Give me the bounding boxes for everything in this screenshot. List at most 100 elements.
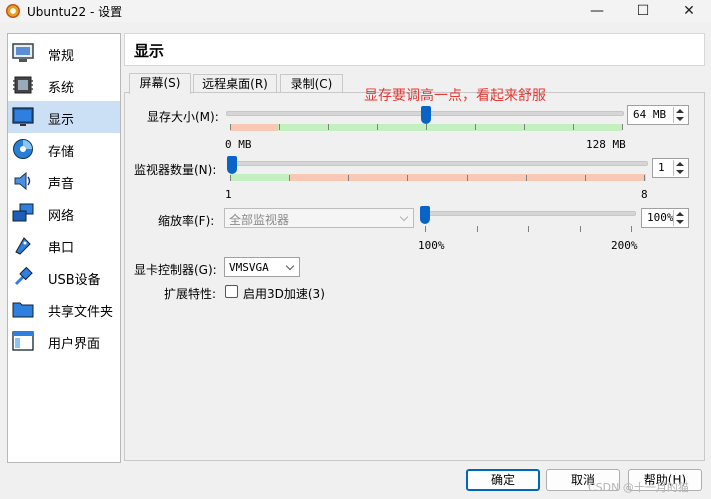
video-memory-band-low (230, 124, 278, 131)
graphics-controller-select[interactable]: VMSVGA (224, 257, 300, 277)
spin-up-icon[interactable] (676, 212, 684, 216)
window-title: Ubuntu22 - 设置 (27, 5, 123, 19)
sidebar-item-label: 声音 (48, 177, 75, 192)
sidebar-item-label: 共享文件夹 (48, 305, 114, 320)
slider-tick (425, 226, 426, 232)
scale-factor-max-label: 200% (611, 239, 638, 252)
virtualbox-icon (6, 4, 20, 18)
slider-tick (526, 175, 527, 181)
slider-tick (622, 124, 623, 130)
monitor-count-min-label: 1 (225, 188, 232, 201)
slider-tick (426, 124, 427, 130)
sidebar-item-audio[interactable]: 声音 (8, 165, 120, 197)
usb-icon (14, 266, 33, 286)
slider-tick (528, 226, 529, 232)
spin-arrows[interactable] (673, 160, 687, 176)
annotation-note: 显存要调高一点，看起来舒服 (364, 88, 546, 104)
spin-arrows[interactable] (673, 107, 687, 123)
spin-down-icon[interactable] (676, 170, 684, 174)
title-bar: Ubuntu22 - 设置 — ☐ ✕ (0, 0, 711, 22)
monitor-count-slider[interactable] (228, 161, 648, 166)
sidebar-item-shared-folders[interactable]: 共享文件夹 (8, 293, 120, 325)
slider-tick (467, 175, 468, 181)
minimize-button[interactable]: — (574, 0, 620, 22)
slider-tick (580, 226, 581, 232)
page-title: 显示 (134, 42, 165, 60)
sidebar-item-label: 网络 (48, 209, 75, 224)
scale-factor-slider-thumb[interactable] (420, 206, 430, 224)
settings-sidebar: 常规 系统 显示 存储 声音 网络 串口 USB设备 共享文件夹 用户界面 (7, 33, 121, 463)
sidebar-item-label: 串口 (48, 241, 75, 256)
scale-monitor-select-value: 全部监视器 (229, 213, 290, 227)
spin-up-icon[interactable] (676, 109, 684, 113)
sidebar-item-label: 常规 (48, 49, 75, 64)
chevron-down-icon (399, 212, 409, 222)
monitor-count-slider-thumb[interactable] (227, 156, 237, 174)
video-memory-max-label: 128 MB (586, 138, 626, 151)
slider-tick (377, 124, 378, 130)
slider-tick (573, 124, 574, 130)
page-header: 显示 (124, 33, 705, 66)
monitor-count-label: 监视器数量(N): (134, 163, 217, 177)
video-memory-spinbox[interactable]: 64 MB (627, 105, 689, 125)
close-button[interactable]: ✕ (666, 0, 711, 22)
storage-icon (13, 139, 33, 159)
maximize-button[interactable]: ☐ (620, 0, 666, 22)
sidebar-item-usb[interactable]: USB设备 (8, 261, 120, 293)
network-icon (12, 203, 34, 222)
slider-tick (475, 124, 476, 130)
sidebar-item-general[interactable]: 常规 (8, 37, 120, 69)
spin-down-icon[interactable] (676, 220, 684, 224)
sidebar-item-network[interactable]: 网络 (8, 197, 120, 229)
slider-tick (328, 124, 329, 130)
sidebar-item-user-interface[interactable]: 用户界面 (8, 325, 120, 357)
enable-3d-checkbox[interactable] (225, 285, 238, 298)
slider-tick (230, 124, 231, 130)
sidebar-item-label: 系统 (48, 81, 75, 96)
scale-factor-slider[interactable] (420, 211, 636, 216)
spin-arrows[interactable] (673, 210, 687, 226)
scale-factor-value: 100% (647, 211, 674, 224)
video-memory-min-label: 0 MB (225, 138, 252, 151)
tab-remote-display[interactable]: 远程桌面(R) (193, 74, 277, 94)
monitor-count-max-label: 8 (641, 188, 648, 201)
user-interface-icon (12, 331, 34, 351)
slider-tick (407, 175, 408, 181)
slider-tick (289, 175, 290, 181)
extended-features-label: 扩展特性: (164, 287, 217, 301)
sidebar-item-system[interactable]: 系统 (8, 69, 120, 101)
folder-icon (12, 302, 34, 318)
ok-button[interactable]: 确定 (466, 469, 540, 491)
spin-down-icon[interactable] (676, 117, 684, 121)
general-icon (12, 43, 34, 62)
sidebar-item-label: 存储 (48, 145, 75, 160)
monitor-count-band-high (290, 174, 646, 181)
slider-tick (348, 175, 349, 181)
scale-factor-label: 缩放率(F): (158, 214, 215, 228)
sidebar-item-display[interactable]: 显示 (8, 101, 120, 133)
monitor-count-spinbox[interactable]: 1 (652, 158, 689, 178)
slider-tick (279, 124, 280, 130)
scale-monitor-select[interactable]: 全部监视器 (224, 208, 414, 228)
scale-factor-min-label: 100% (418, 239, 445, 252)
monitor-count-band-ok (230, 174, 290, 181)
sidebar-item-storage[interactable]: 存储 (8, 133, 120, 165)
tab-screen[interactable]: 屏幕(S) (129, 73, 191, 94)
spin-up-icon[interactable] (676, 162, 684, 166)
video-memory-value: 64 MB (633, 108, 667, 121)
chevron-down-icon (285, 261, 295, 271)
video-memory-slider-thumb[interactable] (421, 106, 431, 124)
slider-tick (631, 226, 632, 232)
sidebar-item-serial[interactable]: 串口 (8, 229, 120, 261)
scale-factor-spinbox[interactable]: 100% (641, 208, 689, 228)
enable-3d-label[interactable]: 启用3D加速(3) (243, 285, 325, 302)
watermark: CSDN @十一月的猫 (588, 481, 689, 494)
serial-port-icon (15, 237, 31, 255)
tab-recording[interactable]: 录制(C) (280, 74, 343, 94)
sidebar-item-label: USB设备 (48, 273, 101, 288)
video-memory-label: 显存大小(M): (147, 110, 219, 124)
sidebar-item-label: 用户界面 (48, 337, 101, 352)
slider-tick (230, 175, 231, 181)
sidebar-item-label: 显示 (48, 113, 75, 128)
slider-tick (644, 175, 645, 181)
